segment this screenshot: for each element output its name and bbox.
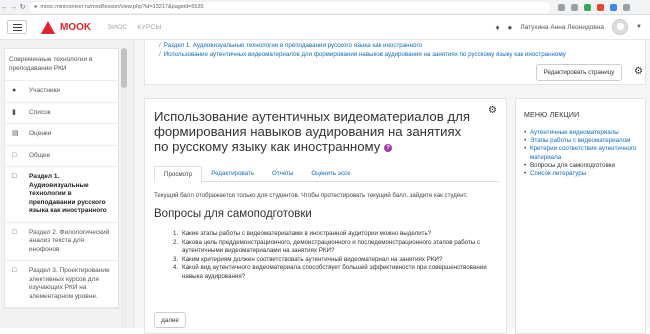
list-item: 4. Какой вид аутентичного видеоматериала … xyxy=(173,264,487,280)
address-bar[interactable]: ● mooc.mininuniver.ru/mod/lesson/view.ph… xyxy=(30,1,550,13)
tab-view[interactable]: Просмотр xyxy=(154,166,203,182)
lesson-menu-list: • Аутентичные видеоматериалы • Этапы работ… xyxy=(524,129,642,178)
help-icon[interactable]: ? xyxy=(384,143,393,152)
grades-icon: ▤ xyxy=(12,130,19,137)
nav-link-courses[interactable]: КУРСЫ xyxy=(137,24,161,31)
top-nav: ЭИОС КУРСЫ xyxy=(107,24,162,31)
lesson-card: ⚙ Использование аутентичных видеоматериа… xyxy=(144,98,507,334)
breadcrumb: / Раздел 1. Аудиовизуальные технологии в … xyxy=(159,42,566,58)
reload-icon[interactable]: ↻ xyxy=(18,3,27,11)
edit-page-button[interactable]: Редактировать страницу xyxy=(536,64,622,81)
drawer-item-list[interactable]: ▮ Список xyxy=(5,102,118,124)
chat-icon[interactable]: ● xyxy=(508,23,513,32)
extension-icon[interactable] xyxy=(584,3,591,11)
avatar[interactable] xyxy=(612,19,629,35)
nav-link-eios[interactable]: ЭИОС xyxy=(107,24,127,31)
lesson-menu-block: МЕНЮ ЛЕКЦИИ • Аутентичные видеоматериалы … xyxy=(515,98,646,334)
lock-icon: ● xyxy=(34,4,38,10)
breadcrumb-link-lesson[interactable]: Использование аутентичных видеоматериало… xyxy=(164,51,566,58)
lesson-tabs: Просмотр Редактировать Отчеты Оценить эс… xyxy=(154,166,499,182)
folder-icon: □ xyxy=(12,267,17,274)
users-icon: ● xyxy=(12,87,17,94)
page-header: / Раздел 1. Аудиовизуальные технологии в … xyxy=(144,40,646,85)
profile-icon[interactable] xyxy=(623,3,630,11)
lesson-menu-item[interactable]: • Список литературы xyxy=(524,170,642,178)
site-navbar: MOOK ЭИОС КУРСЫ ♦ ● Латухина Анна Леонид… xyxy=(0,15,650,40)
tab-reports[interactable]: Отчеты xyxy=(263,166,302,181)
url-text: mooc.mininuniver.ru/mod/lesson/view.php?… xyxy=(40,4,204,10)
lesson-menu-item[interactable]: • Этапы работы с видеоматериалом xyxy=(524,137,642,145)
gear-icon[interactable]: ⚙ xyxy=(634,66,643,77)
page-title: Использование аутентичных видеоматериало… xyxy=(154,109,470,154)
drawer-item-participants[interactable]: ● Участники xyxy=(5,81,118,103)
lesson-menu-title: МЕНЮ ЛЕКЦИИ xyxy=(524,112,580,119)
star-icon[interactable] xyxy=(571,3,578,11)
extensions xyxy=(558,3,630,11)
site-logo[interactable]: MOOK xyxy=(41,20,92,34)
browser-toolbar: ← → ↻ ● mooc.mininuniver.ru/mod/lesson/v… xyxy=(0,0,650,15)
drawer-item-section-3[interactable]: □ Раздел 3. Проектирование элективных ку… xyxy=(5,261,118,308)
drawer-course-name[interactable]: Современные технологии в преподавании РК… xyxy=(5,49,118,81)
drawer-item-grades[interactable]: ▤ Оценки xyxy=(5,124,118,146)
back-icon[interactable]: ← xyxy=(0,4,9,11)
logo-icon xyxy=(41,20,55,34)
drawer-item-section-2[interactable]: □ Раздел 2. Филологический анализ текста… xyxy=(5,222,118,261)
lesson-menu-item[interactable]: • Аутентичные видеоматериалы xyxy=(524,129,642,137)
next-button[interactable]: далее xyxy=(154,312,186,328)
menu-toggle-button[interactable] xyxy=(7,20,27,34)
drawer-scrollbar-thumb[interactable] xyxy=(121,48,127,88)
user-name[interactable]: Латухина Анна Леонидовна xyxy=(520,24,604,31)
lesson-menu-item[interactable]: • Критерии соответствия аутентичного мате… xyxy=(524,145,642,161)
drawer-item-general[interactable]: □ Общее xyxy=(5,145,118,167)
forward-icon[interactable]: → xyxy=(9,4,18,11)
badge-icon: ▮ xyxy=(12,108,16,116)
breadcrumb-link-section[interactable]: Раздел 1. Аудиовизуальные технологии в п… xyxy=(164,42,422,49)
list-item: 1. Какие этапы работы с видеоматериалами … xyxy=(173,230,432,237)
gear-icon[interactable]: ⚙ xyxy=(488,105,497,116)
questions-list: 1. Какие этапы работы с видеоматериалами … xyxy=(173,230,503,281)
drawer-scrollbar[interactable] xyxy=(121,48,127,328)
extension-icon[interactable] xyxy=(597,3,604,11)
extension-icon[interactable] xyxy=(610,3,617,11)
folder-icon: □ xyxy=(12,151,17,159)
folder-icon: □ xyxy=(12,228,17,236)
logo-text: MOOK xyxy=(60,21,92,33)
folder-icon: □ xyxy=(12,173,17,180)
search-icon[interactable] xyxy=(558,3,565,11)
list-item: 3. Каким критериям должен соответствовать… xyxy=(173,255,443,263)
drawer-item-section-1[interactable]: □ Раздел 1. Аудиовизуальные технологии в… xyxy=(5,167,118,223)
score-notice: Текущий балл отображается только для сту… xyxy=(154,192,468,199)
chevron-down-icon[interactable]: ▼ xyxy=(636,24,642,30)
bell-icon[interactable]: ♦ xyxy=(495,23,499,32)
lesson-menu-item-current: • Вопросы для самоподготовки xyxy=(524,161,615,169)
user-area: ♦ ● Латухина Анна Леонидовна ▼ xyxy=(495,19,642,35)
tab-edit[interactable]: Редактировать xyxy=(202,166,263,181)
section-heading: Вопросы для самоподготовки xyxy=(154,208,312,220)
main-region: / Раздел 1. Аудиовизуальные технологии в … xyxy=(134,40,650,334)
list-item: 2. Какова цель преддемонстрационного, дем… xyxy=(173,238,481,255)
tab-grade-essays[interactable]: Оценить эссе xyxy=(302,166,359,181)
nav-drawer: Современные технологии в преподавании РК… xyxy=(0,40,134,328)
